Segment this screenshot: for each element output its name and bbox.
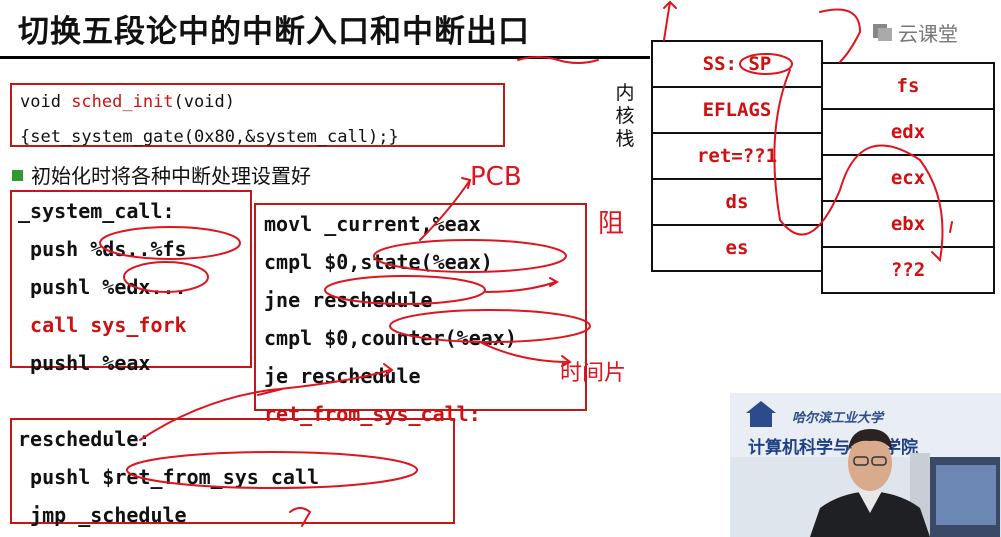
stack-cell: EFLAGS [651, 86, 823, 134]
label-char: 内 [615, 82, 635, 104]
scheduler-check-code-box: movl _current,%eax cmpl $0,state(%eax) j… [254, 203, 587, 426]
code-line: cmpl $0,state(%eax) [264, 250, 493, 274]
code-line: void sched_init(void) [12, 85, 503, 120]
arrow-stroke [663, 0, 677, 41]
kernel-stack-left-column: SS: SP EFLAGS ret=??1 ds es [651, 40, 823, 272]
code-token: void [20, 92, 72, 112]
title-underline [0, 56, 650, 59]
brand-name: 云课堂 [898, 22, 958, 46]
code-line: pushl $ret_from_sys_call [12, 458, 453, 496]
stack-cell: ret=??1 [651, 132, 823, 180]
code-text: push %ds..%fs [30, 237, 187, 261]
code-line: {set_system_gate(0x80,&system_call);} [20, 127, 399, 147]
stack-cell: ??2 [821, 246, 995, 294]
cloud-class-logo-icon [873, 24, 892, 41]
annotation-pcb: PCB [470, 162, 522, 192]
monitor-screen [936, 465, 996, 525]
code-line: jne reschedule [264, 288, 433, 312]
code-line: pushl %edx... [12, 268, 250, 306]
code-line: jmp _schedule [12, 496, 453, 534]
code-text: pushl $ret_from_sys_call [30, 465, 320, 489]
code-line: cmpl $0,counter(%eax) [264, 326, 517, 350]
stack-curve-top [819, 8, 862, 63]
university-logo-icon [746, 401, 776, 427]
kernel-stack-right-column: fs edx ecx ebx ??2 [821, 62, 995, 294]
stack-cell: ds [651, 178, 823, 226]
label-char: 核 [615, 105, 635, 127]
code-text: pushl %edx... [30, 275, 187, 299]
sched-init-code-box: void sched_init(void) {set_system_gate(0… [10, 83, 505, 147]
bullet-text: 初始化时将各种中断处理设置好 [31, 164, 311, 188]
stack-cell: fs [821, 62, 995, 110]
code-text: pushl %eax [30, 351, 151, 375]
code-text: jmp _schedule [30, 503, 187, 527]
code-text: call sys_fork [30, 313, 187, 337]
lecturer-video-inset: 哈尔滨工业大学 计算机科学与技术学院 [730, 393, 1001, 537]
stack-cell: ebx [821, 200, 995, 248]
code-token: (void) [173, 92, 235, 112]
code-line: movl _current,%eax [264, 212, 481, 236]
lecturer-figure [810, 429, 930, 537]
bullet-square-icon [12, 170, 23, 181]
stack-cell: es [651, 224, 823, 272]
code-line: je reschedule [264, 364, 421, 388]
kernel-stack-label: 内 核 栈 [612, 82, 638, 151]
code-line: push %ds..%fs [12, 230, 250, 268]
system-call-code-box: _system_call: push %ds..%fs pushl %edx..… [10, 190, 252, 375]
code-label: reschedule: [18, 427, 151, 451]
stack-cell: SS: SP [651, 40, 823, 88]
code-label: _system_call: [18, 199, 175, 223]
annotation-block: 阻 [598, 209, 624, 239]
label-char: 栈 [615, 128, 635, 150]
code-token-highlight: sched_init [71, 92, 174, 112]
bullet-point: 初始化时将各种中断处理设置好 [12, 160, 311, 189]
stack-cell: ecx [821, 154, 995, 202]
page-title: 切换五段论中的中断入口和中断出口 [18, 14, 530, 50]
stack-cell: edx [821, 108, 995, 156]
reschedule-code-box: reschedule: pushl $ret_from_sys_call jmp… [10, 418, 455, 527]
code-line: pushl %eax [12, 344, 250, 382]
code-line-highlight: call sys_fork [12, 306, 250, 344]
